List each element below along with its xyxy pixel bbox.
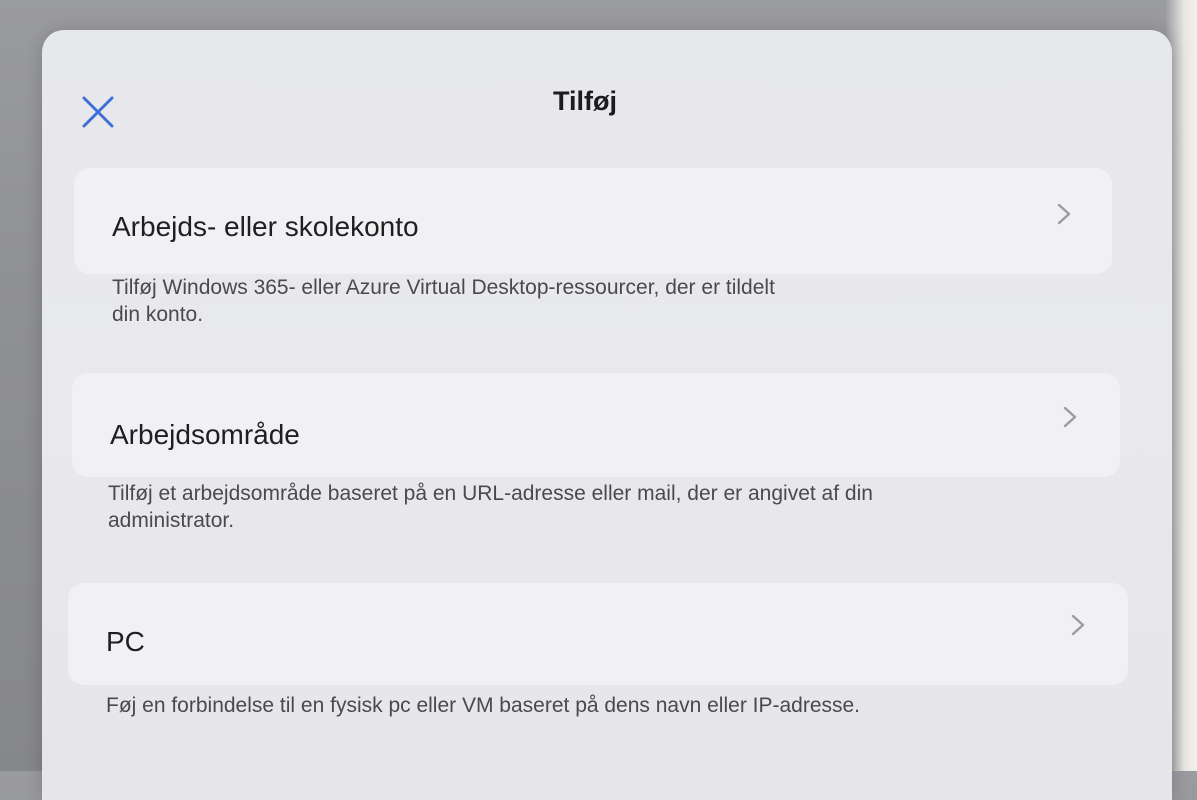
option-description: Tilføj et arbejdsområde baseret på en UR… xyxy=(108,480,873,534)
option-description-line: Tilføj et arbejdsområde baseret på en UR… xyxy=(108,482,873,505)
option-label: PC xyxy=(106,626,145,657)
option-description-line: Tilføj Windows 365- eller Azure Virtual … xyxy=(112,276,775,299)
sheet-title: Tilføj xyxy=(553,86,617,116)
option-label: Arbejdsområde xyxy=(110,419,300,450)
option-label: Arbejds- eller skolekonto xyxy=(112,211,419,242)
add-sheet: Tilføj Arbejds- eller skolekonto Tilføj … xyxy=(42,30,1172,800)
option-work-school-account[interactable]: Arbejds- eller skolekonto xyxy=(74,168,1112,274)
option-description: Tilføj Windows 365- eller Azure Virtual … xyxy=(112,274,775,328)
chevron-right-icon xyxy=(1057,203,1071,225)
chevron-right-icon xyxy=(1071,614,1085,636)
option-pc[interactable]: PC xyxy=(68,583,1128,685)
option-description-line: din konto. xyxy=(112,303,204,326)
option-description-line: Føj en forbindelse til en fysisk pc elle… xyxy=(106,694,861,717)
option-description: Føj en forbindelse til en fysisk pc elle… xyxy=(106,692,860,719)
chevron-right-icon xyxy=(1063,406,1077,428)
option-workspace[interactable]: Arbejdsområde xyxy=(72,373,1120,477)
option-description-line: administrator. xyxy=(108,509,235,532)
